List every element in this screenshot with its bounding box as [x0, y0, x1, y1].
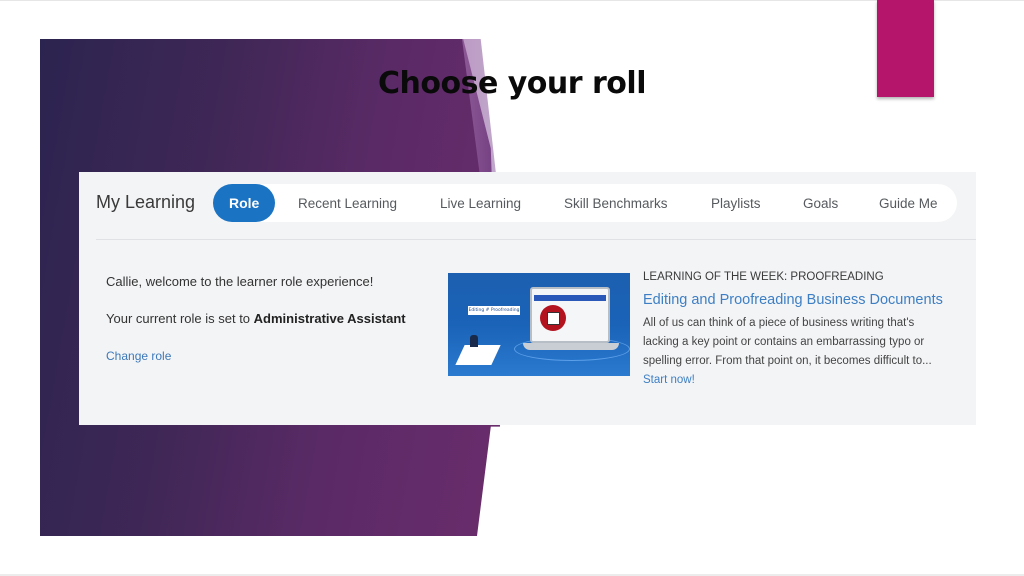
desk-illustration — [455, 345, 501, 365]
course-thumbnail[interactable]: Editing # Proofreading — [448, 273, 630, 376]
course-description: All of us can think of a piece of busine… — [643, 317, 932, 367]
header-divider — [96, 239, 976, 240]
tab-role[interactable]: Role — [213, 184, 276, 222]
thumbnail-caption: Editing # Proofreading — [468, 306, 520, 315]
current-role-line: Your current role is set to Administrati… — [106, 311, 406, 326]
edit-square-glyph — [546, 311, 560, 325]
role-prefix: Your current role is set to — [106, 311, 251, 326]
laptop-base — [523, 343, 619, 350]
laptop-illustration — [530, 287, 610, 343]
my-learning-screenshot: My Learning Role Recent Learning Live Le… — [79, 172, 976, 425]
slide-title: Choose your roll — [378, 66, 646, 101]
role-name: Administrative Assistant — [253, 311, 406, 326]
learning-of-week-label: LEARNING OF THE WEEK: PROOFREADING — [643, 271, 884, 283]
tab-recent-learning[interactable]: Recent Learning — [298, 184, 397, 222]
tab-playlists[interactable]: Playlists — [711, 184, 761, 222]
course-title-link[interactable]: Editing and Proofreading Business Docume… — [643, 292, 943, 308]
tab-goals[interactable]: Goals — [803, 184, 838, 222]
tab-bar: Role Recent Learning Live Learning Skill… — [213, 184, 957, 222]
edit-document-icon — [540, 305, 566, 331]
tab-guide-me[interactable]: Guide Me — [879, 184, 938, 222]
my-learning-header: My Learning Role Recent Learning Live Le… — [79, 172, 976, 239]
section-title: My Learning — [96, 192, 196, 212]
magenta-accent-tab — [877, 0, 934, 97]
slide-top-border — [0, 0, 1024, 1]
welcome-message: Callie, welcome to the learner role expe… — [106, 274, 374, 289]
person-illustration — [470, 335, 478, 347]
change-role-link[interactable]: Change role — [106, 349, 171, 363]
start-now-link[interactable]: Start now! — [643, 374, 695, 386]
laptop-toolbar — [534, 295, 606, 301]
tab-skill-benchmarks[interactable]: Skill Benchmarks — [564, 184, 668, 222]
tab-live-learning[interactable]: Live Learning — [440, 184, 521, 222]
